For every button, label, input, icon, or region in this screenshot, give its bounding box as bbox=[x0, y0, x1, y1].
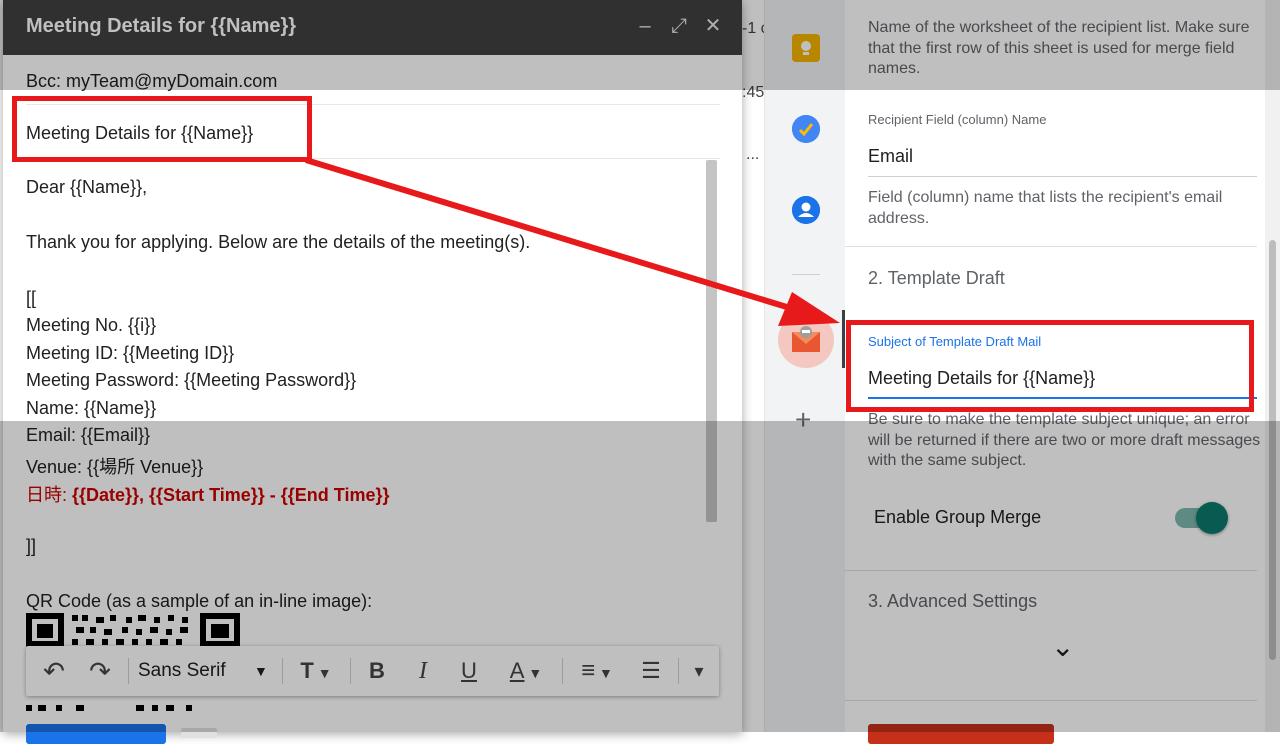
group-merge-label: Enable Group Merge bbox=[874, 507, 1042, 527]
compose-window: Meeting Details for {{Name}} – ⤢ ✕ Bcc: … bbox=[3, 0, 742, 744]
body-line: Meeting Password: {{Meeting Password}} bbox=[26, 370, 357, 390]
body-line: Thank you for applying. Below are the de… bbox=[26, 232, 531, 252]
toolbar-separator bbox=[562, 658, 563, 684]
group-merge-toggle-knob[interactable] bbox=[1196, 502, 1228, 534]
body-line: Meeting ID: {{Meeting ID}} bbox=[26, 343, 235, 363]
bold-icon[interactable]: B bbox=[362, 656, 392, 686]
qr-code-image bbox=[26, 613, 242, 647]
align-icon: ≡ bbox=[581, 657, 596, 684]
qr-code-label: QR Code (as a sample of an in-line image… bbox=[26, 591, 373, 611]
body-scrollbar[interactable] bbox=[706, 160, 717, 522]
section-template-draft[interactable]: 2. Template Draft bbox=[868, 268, 1005, 289]
bg-fragment: ... bbox=[746, 146, 760, 163]
formatting-toolbar: ↶ ↷ Sans Serif ▼ T ▼ B I U A ▼ ≡ ▼ ☰ ▾ bbox=[26, 646, 719, 696]
addon-side-rail: + bbox=[764, 0, 845, 732]
body-line: Name: {{Name}} bbox=[26, 398, 157, 418]
italic-icon[interactable]: I bbox=[408, 656, 438, 686]
send-button[interactable] bbox=[26, 724, 166, 744]
recipient-field-label: Recipient Field (column) Name bbox=[868, 112, 1047, 127]
font-family-select[interactable]: Sans Serif ▼ bbox=[138, 656, 276, 686]
recipient-field-underline bbox=[868, 176, 1257, 177]
subject-field-help: Be sure to make the template subject uni… bbox=[868, 411, 1261, 469]
subject-field-label: Subject of Template Draft Mail bbox=[868, 334, 1042, 349]
contacts-icon[interactable] bbox=[792, 196, 820, 224]
toolbar-separator bbox=[128, 658, 129, 684]
mail-merge-panel: Name of the worksheet of the recipient l… bbox=[845, 0, 1265, 744]
minimize-icon[interactable]: – bbox=[633, 14, 657, 38]
datetime-fields: {{Date}}, {{Start Time}} - {{End Time}} bbox=[72, 485, 390, 505]
worksheet-help-text: Name of the worksheet of the recipient l… bbox=[868, 19, 1250, 77]
chevron-down-icon: ▼ bbox=[595, 665, 613, 681]
numbered-list-icon[interactable]: ☰ bbox=[634, 656, 668, 686]
toolbar-separator bbox=[350, 658, 351, 684]
body-line: Meeting No. {{i}} bbox=[26, 315, 157, 335]
toolbar-separator bbox=[282, 658, 283, 684]
subject-field-input[interactable]: Meeting Details for {{Name}} bbox=[868, 368, 1095, 389]
recipient-field-help: Field (column) name that lists the recip… bbox=[868, 189, 1223, 227]
toolbar-separator bbox=[678, 658, 679, 684]
body-line: Venue: {{場所 Venue}} bbox=[26, 457, 204, 477]
tasks-icon[interactable] bbox=[792, 115, 820, 143]
subject-field-underline bbox=[868, 397, 1257, 399]
font-family-value: Sans Serif bbox=[138, 660, 226, 681]
compose-header: Meeting Details for {{Name}} – ⤢ ✕ bbox=[3, 0, 742, 55]
bg-fragment: :45 bbox=[742, 84, 765, 101]
panel-scrollbar-thumb[interactable] bbox=[1269, 240, 1276, 660]
panel-scrollbar[interactable] bbox=[1265, 0, 1280, 732]
body-line: Email: {{Email}} bbox=[26, 425, 151, 445]
qr-code-image-bottom bbox=[26, 700, 242, 711]
expand-chevron-icon[interactable]: ⌄ bbox=[1051, 630, 1074, 663]
keep-icon[interactable] bbox=[792, 34, 820, 62]
run-button[interactable] bbox=[868, 724, 1054, 744]
body-line: Dear {{Name}}, bbox=[26, 177, 148, 197]
text-color-select[interactable]: A ▼ bbox=[502, 656, 550, 686]
subject-field[interactable]: Meeting Details for {{Name}} bbox=[26, 123, 253, 144]
undo-icon[interactable]: ↶ bbox=[36, 656, 72, 686]
align-select[interactable]: ≡ ▼ bbox=[572, 656, 622, 686]
underline-icon[interactable]: U bbox=[454, 656, 484, 686]
text-size-select[interactable]: T ▼ bbox=[292, 656, 340, 686]
chevron-down-icon: ▼ bbox=[254, 663, 268, 679]
chevron-down-icon: ▼ bbox=[524, 665, 543, 681]
section-divider bbox=[845, 700, 1257, 701]
bcc-field[interactable]: Bcc: myTeam@myDomain.com bbox=[26, 71, 277, 92]
background-mail-list: -1 c :45 ... bbox=[742, 0, 769, 732]
body-line: ]] bbox=[26, 536, 37, 556]
close-icon[interactable]: ✕ bbox=[701, 14, 725, 38]
section-divider bbox=[845, 570, 1257, 571]
more-formatting-icon[interactable]: ▾ bbox=[686, 656, 712, 686]
compose-title: Meeting Details for {{Name}} bbox=[26, 15, 297, 37]
redo-icon[interactable]: ↷ bbox=[82, 656, 118, 686]
chevron-down-icon: ▼ bbox=[313, 665, 332, 681]
mail-merge-icon bbox=[792, 326, 820, 352]
datetime-label: 日時: bbox=[26, 485, 73, 505]
text-color-icon: A bbox=[509, 658, 525, 683]
text-size-icon: T bbox=[300, 658, 314, 683]
body-line: [[ bbox=[26, 288, 37, 308]
recipient-field-input[interactable]: Email bbox=[868, 146, 913, 167]
section-divider bbox=[845, 246, 1257, 247]
mail-merge-addon-button[interactable] bbox=[778, 312, 834, 368]
field-divider bbox=[26, 104, 720, 105]
field-divider bbox=[26, 158, 720, 159]
section-advanced-settings[interactable]: 3. Advanced Settings bbox=[868, 591, 1037, 612]
expand-icon[interactable]: ⤢ bbox=[667, 14, 691, 38]
rail-divider bbox=[792, 274, 820, 275]
format-options-button[interactable] bbox=[181, 728, 217, 738]
body-line-datetime: 日時: {{Date}}, {{Start Time}} - {{End Tim… bbox=[26, 481, 389, 507]
add-addon-icon[interactable]: + bbox=[795, 404, 811, 436]
